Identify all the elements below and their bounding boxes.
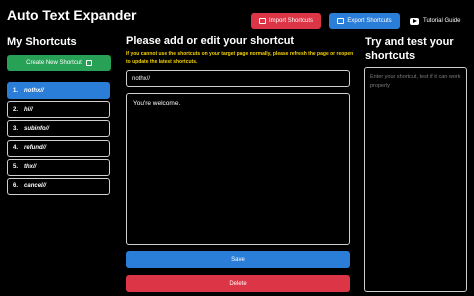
import-icon [258,18,266,24]
tutorial-label: Tutorial Guide [423,18,461,24]
shortcuts-heading: My Shortcuts [7,36,77,48]
export-shortcuts-button[interactable]: Export Shortcuts [329,13,400,29]
app-title: Auto Text Expander [7,7,137,23]
shortcut-item[interactable]: 2. hi// [7,101,110,119]
tester-heading: Try and test your shortcuts [365,36,454,62]
tutorial-guide-button[interactable]: Tutorial Guide [410,13,466,29]
import-shortcuts-button[interactable]: Import Shortcuts [251,13,321,29]
create-shortcut-button[interactable]: Create New Shortcut [7,55,111,71]
shortcut-item[interactable]: 4. refund// [7,139,110,157]
export-icon [337,18,345,24]
test-textarea[interactable]: Enter your shortcut, test if it can work… [364,67,467,292]
shortcut-item[interactable]: 1. nothx// [7,82,110,99]
shortcut-item[interactable]: 5. thx// [7,158,110,176]
import-label: Import Shortcuts [268,18,313,24]
editor-heading: Please add or edit your shortcut [126,35,295,47]
add-icon [85,60,92,66]
youtube-icon [410,17,419,25]
shortcut-list: 1. nothx// 2. hi// 3. subinfo// 4. refun… [7,82,110,197]
shortcut-item[interactable]: 6. cancel// [7,177,110,195]
refresh-notice: If you cannot use the shortcuts on your … [126,51,354,65]
export-label: Export Shortcuts [347,18,392,24]
create-label: Create New Shortcut [26,60,82,66]
save-button[interactable]: Save [126,251,350,268]
expansion-textarea[interactable]: You're welcome. [126,93,350,245]
delete-button[interactable]: Delete [126,275,350,292]
shortcut-input[interactable]: nothx// [126,70,350,87]
shortcut-item[interactable]: 3. subinfo// [7,120,110,138]
